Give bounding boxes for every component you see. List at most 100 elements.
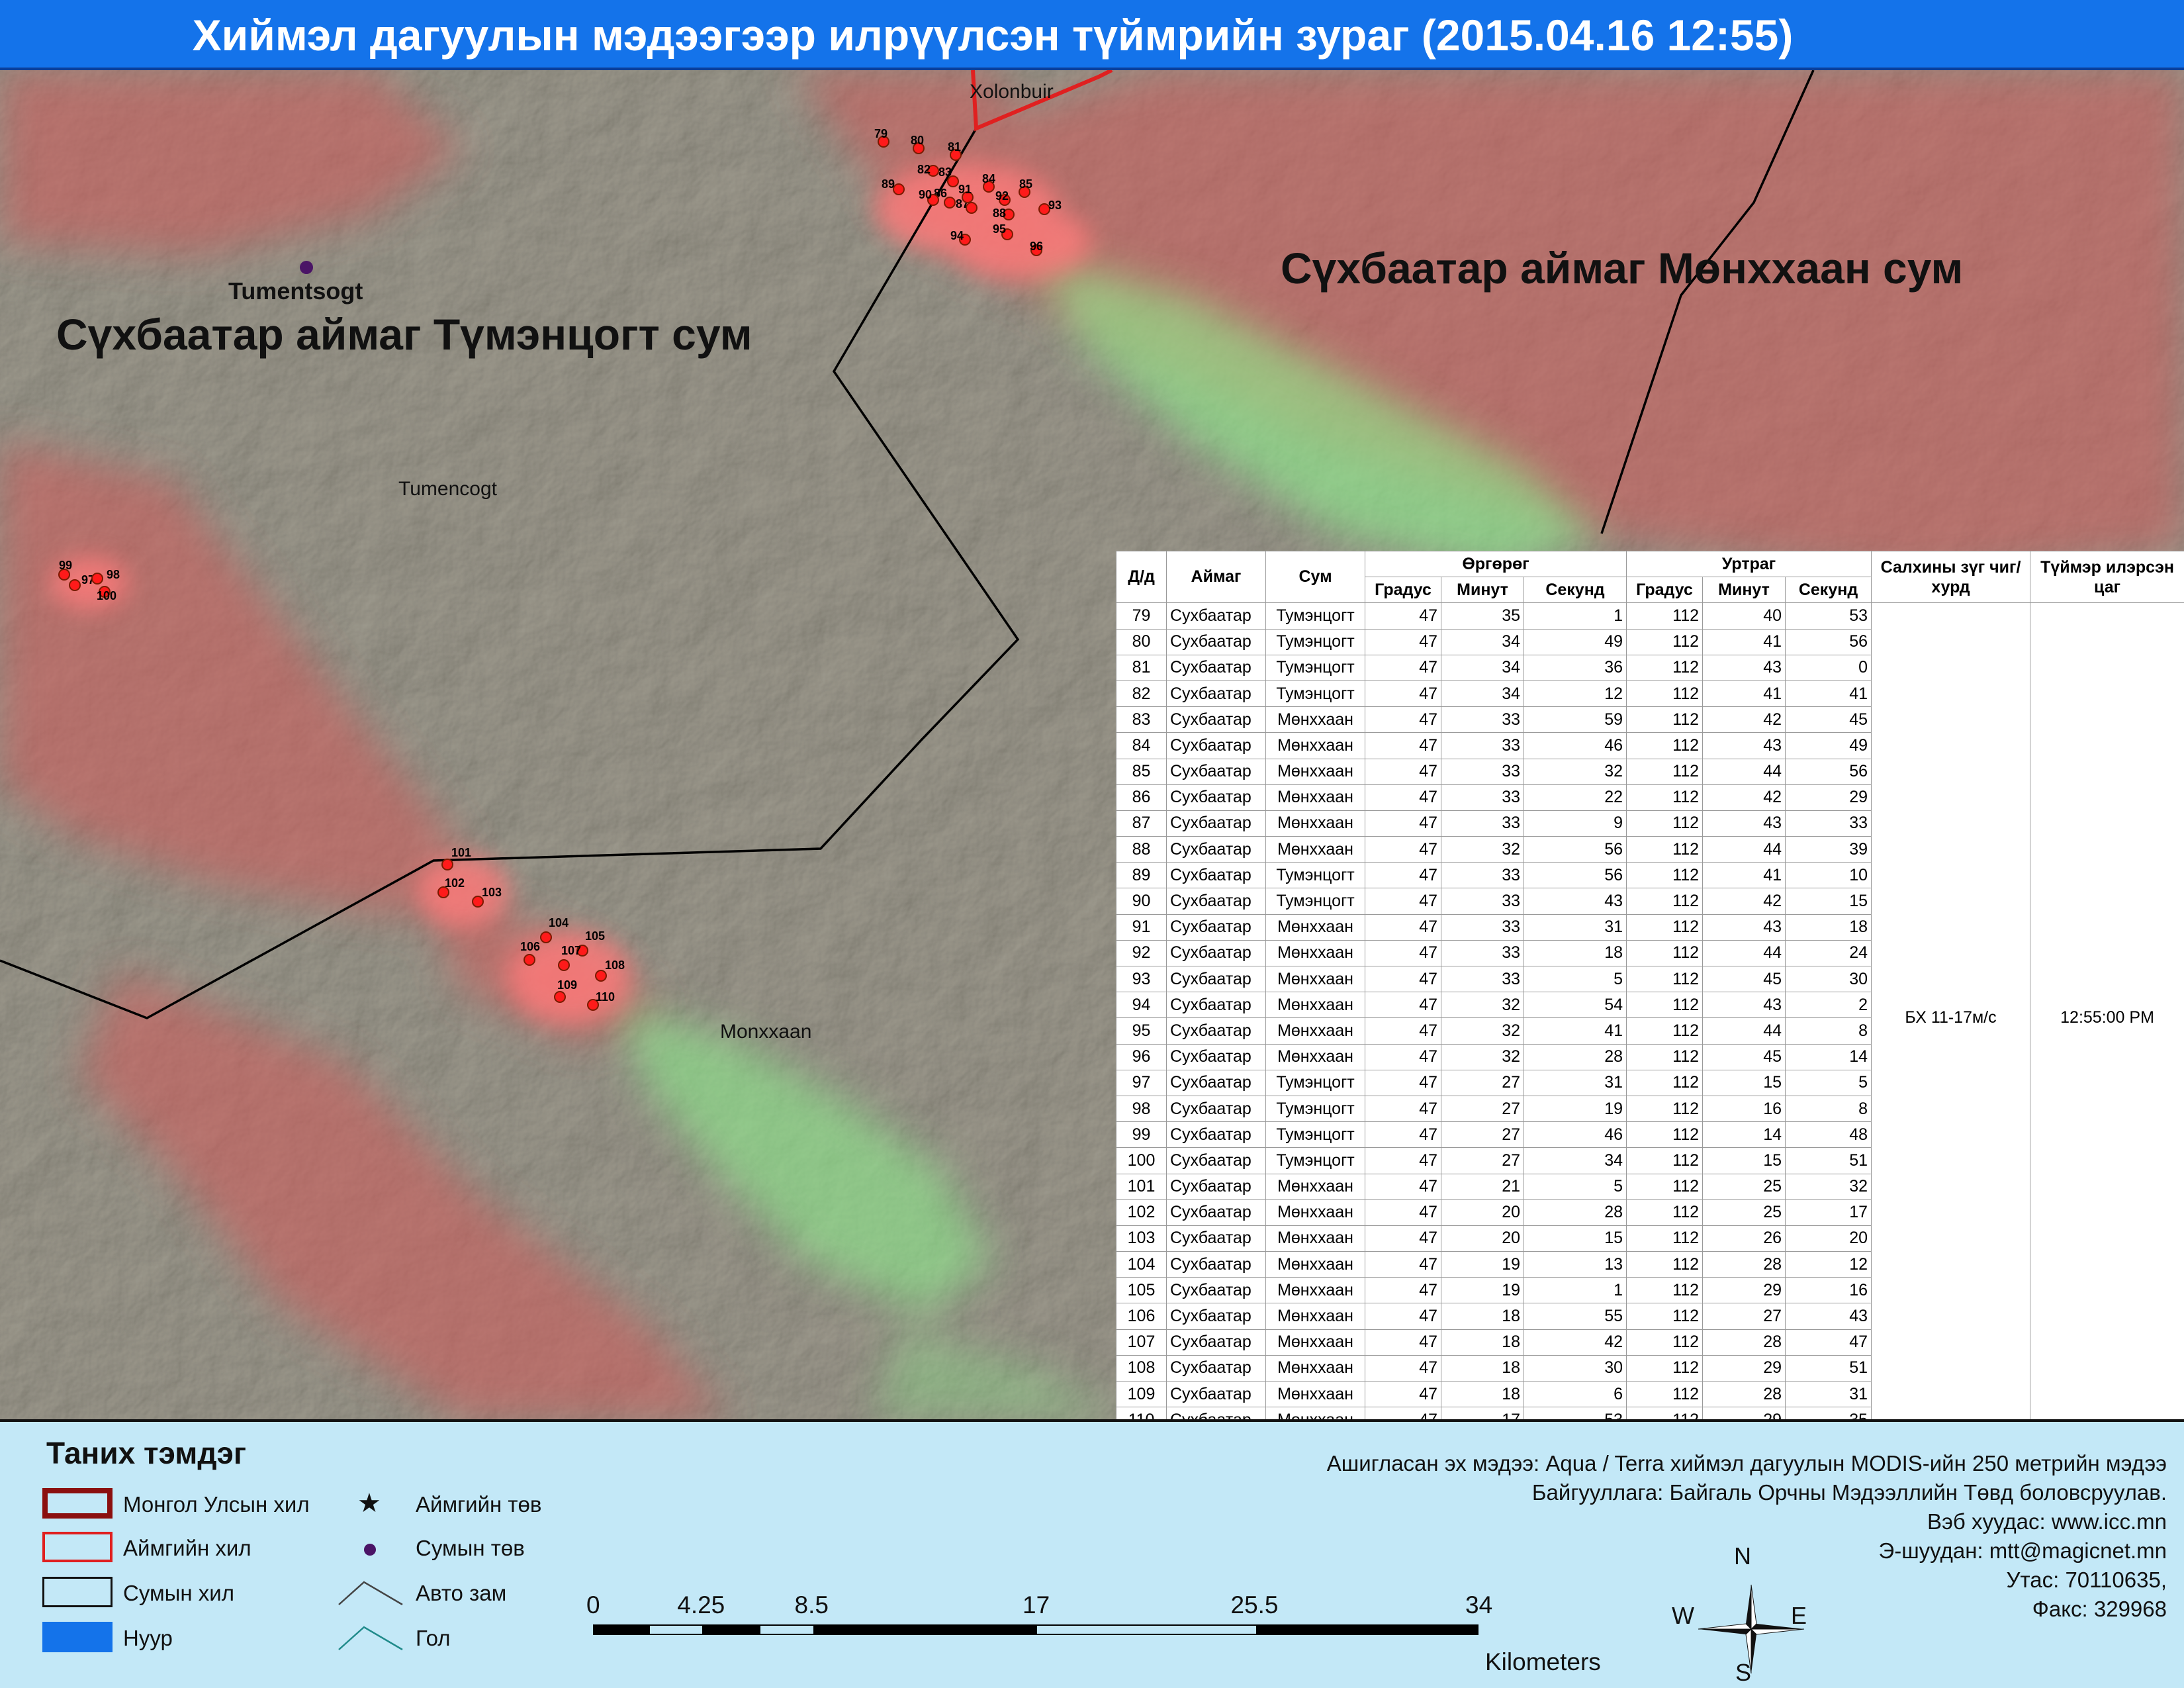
table-cell: 92 xyxy=(1116,939,1167,967)
table-cell: 43 xyxy=(1702,914,1786,941)
table-cell: 82 xyxy=(1116,680,1167,708)
table-cell: 112 xyxy=(1626,706,1703,733)
fire-point-109[interactable] xyxy=(554,991,566,1003)
table-cell: Сухбаатар xyxy=(1166,732,1266,759)
compass-w: W xyxy=(1672,1602,1694,1629)
table-cell: 112 xyxy=(1626,1251,1703,1278)
table-cell: 101 xyxy=(1116,1173,1167,1200)
table-cell: 33 xyxy=(1441,914,1524,941)
info-phone: Утас: 70110635, xyxy=(2006,1568,2167,1592)
table-cell: 22 xyxy=(1524,784,1627,811)
fire-label-88: 88 xyxy=(993,207,1006,220)
table-cell: 43 xyxy=(1784,1303,1872,1330)
table-cell: 99 xyxy=(1116,1121,1167,1149)
table-cell: 41 xyxy=(1784,680,1872,708)
table-cell: 47 xyxy=(1365,965,1441,993)
table-cell: 29 xyxy=(1702,1354,1786,1382)
table-cell: 42 xyxy=(1702,888,1786,915)
table-cell: 47 xyxy=(1365,1380,1441,1408)
table-cell: 41 xyxy=(1702,680,1786,708)
fire-point-108[interactable] xyxy=(595,970,607,982)
table-cell: 79 xyxy=(1116,602,1167,630)
info-website: Вэб хуудас: www.icc.mn xyxy=(1927,1509,2167,1534)
table-cell: 112 xyxy=(1626,1121,1703,1149)
table-cell: 43 xyxy=(1702,654,1786,681)
fire-label-103: 103 xyxy=(482,886,502,899)
table-cell: 104 xyxy=(1116,1251,1167,1278)
table-cell: 109 xyxy=(1116,1380,1167,1408)
legend-aimag-border: Аймгийн хил xyxy=(123,1536,251,1560)
table-cell: Тумэнцогт xyxy=(1265,862,1365,889)
table-cell: 5 xyxy=(1524,1173,1627,1200)
table-cell: 47 xyxy=(1784,1329,1872,1356)
table-cell: 47 xyxy=(1365,680,1441,708)
table-cell: Мөнххаан xyxy=(1265,706,1365,733)
table-cell: 112 xyxy=(1626,1095,1703,1123)
table-cell: 47 xyxy=(1365,939,1441,967)
table-cell: 112 xyxy=(1626,992,1703,1019)
table-cell: 47 xyxy=(1365,758,1441,785)
table-cell: 56 xyxy=(1524,862,1627,889)
table-cell: 85 xyxy=(1116,758,1167,785)
fire-point-104[interactable] xyxy=(540,931,552,943)
table-cell: 96 xyxy=(1116,1043,1167,1070)
table-cell: 47 xyxy=(1365,628,1441,655)
table-cell: 28 xyxy=(1702,1251,1786,1278)
th-sum: Сум xyxy=(1265,550,1365,604)
table-cell: 12 xyxy=(1524,680,1627,708)
table-cell: Сухбаатар xyxy=(1166,680,1266,708)
table-cell: 6 xyxy=(1524,1380,1627,1408)
fire-label-106: 106 xyxy=(520,940,540,953)
table-cell: 42 xyxy=(1524,1329,1627,1356)
table-cell: Мөнххаан xyxy=(1265,1043,1365,1070)
table-cell: Сухбаатар xyxy=(1166,1095,1266,1123)
table-cell: 47 xyxy=(1365,888,1441,915)
table-cell: Тумэнцогт xyxy=(1265,654,1365,681)
table-cell: Мөнххаан xyxy=(1265,784,1365,811)
table-cell: Мөнххаан xyxy=(1265,836,1365,863)
table-cell: 56 xyxy=(1524,836,1627,863)
info-organization: Байгууллага: Байгаль Орчны Мэдээллийн Тө… xyxy=(1531,1480,2167,1505)
fire-point-106[interactable] xyxy=(523,954,535,966)
th-lon-min: Минут xyxy=(1702,577,1786,604)
table-cell: Сухбаатар xyxy=(1166,1121,1266,1149)
sum-center-tumentsogt[interactable] xyxy=(300,261,313,274)
table-cell: 46 xyxy=(1524,1121,1627,1149)
table-cell: 15 xyxy=(1524,1225,1627,1252)
table-cell: 55 xyxy=(1524,1303,1627,1330)
table-cell: 112 xyxy=(1626,758,1703,785)
table-cell: 53 xyxy=(1784,602,1872,630)
table-cell: 103 xyxy=(1116,1225,1167,1252)
fire-label-80: 80 xyxy=(911,134,924,147)
table-cell: 29 xyxy=(1702,1277,1786,1304)
table-cell: 112 xyxy=(1626,628,1703,655)
fire-point-107[interactable] xyxy=(558,959,570,971)
scale-segment xyxy=(704,1624,759,1635)
legend-title: Таних тэмдэг xyxy=(46,1436,247,1470)
fire-point-89[interactable] xyxy=(893,183,905,195)
table-cell: 54 xyxy=(1524,992,1627,1019)
table-cell: 51 xyxy=(1784,1354,1872,1382)
table-cell: Мөнххаан xyxy=(1265,1277,1365,1304)
table-cell: 14 xyxy=(1702,1121,1786,1149)
table-cell: 27 xyxy=(1441,1121,1524,1149)
table-cell: 51 xyxy=(1784,1147,1872,1174)
fire-point-98[interactable] xyxy=(91,573,103,585)
table-cell: 34 xyxy=(1524,1147,1627,1174)
table-cell: 112 xyxy=(1626,810,1703,837)
fire-point-97[interactable] xyxy=(69,579,81,591)
table-cell: 112 xyxy=(1626,1199,1703,1226)
table-cell: 97 xyxy=(1116,1069,1167,1096)
table-cell: Мөнххаан xyxy=(1265,1225,1365,1252)
table-cell: 47 xyxy=(1365,602,1441,630)
table-cell: 43 xyxy=(1524,888,1627,915)
fire-point-101[interactable] xyxy=(441,859,453,870)
table-cell: 48 xyxy=(1784,1121,1872,1149)
legend-aimag-center: Аймгийн төв xyxy=(416,1492,542,1517)
table-cell: 90 xyxy=(1116,888,1167,915)
table-cell: 2 xyxy=(1784,992,1872,1019)
table-cell: Сухбаатар xyxy=(1166,939,1266,967)
table-cell: 43 xyxy=(1702,992,1786,1019)
table-cell: 88 xyxy=(1116,836,1167,863)
legend-river: Гол xyxy=(416,1626,451,1650)
